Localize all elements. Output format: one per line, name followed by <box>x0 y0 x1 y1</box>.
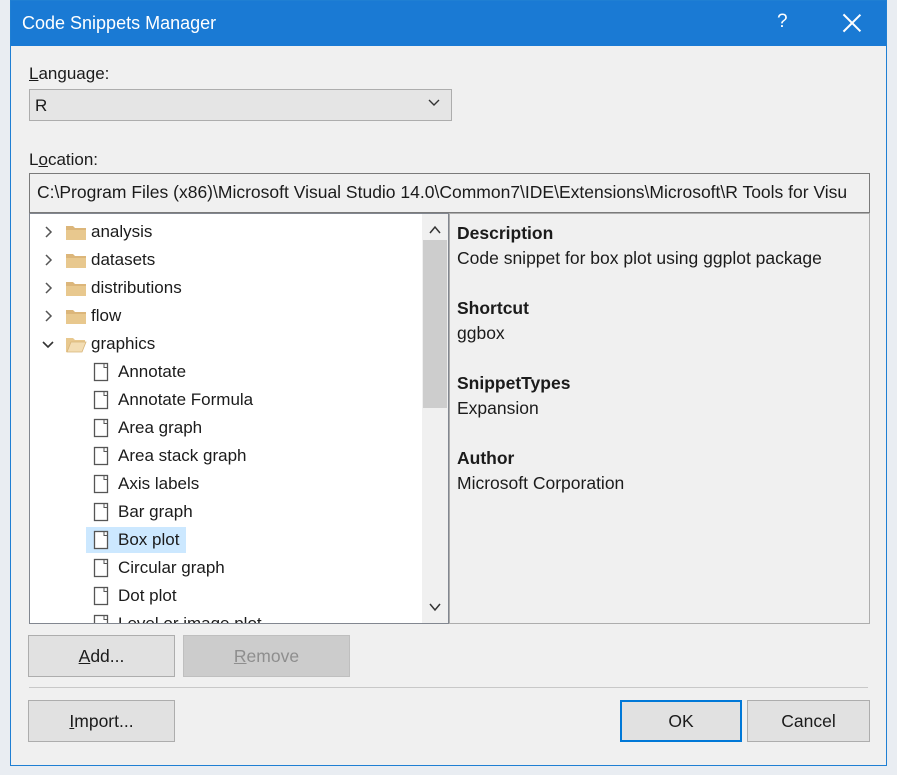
tree-scrollbar[interactable] <box>422 214 448 623</box>
tree-snippet-item[interactable]: Annotate <box>30 358 422 386</box>
tree-folder-label: datasets <box>91 250 156 269</box>
tree-folder-label: distributions <box>91 278 182 297</box>
tree-snippet-item[interactable]: Box plot <box>30 526 422 554</box>
folder-icon <box>66 310 86 324</box>
add-button[interactable]: Add... <box>28 635 175 677</box>
description-value: Code snippet for box plot using ggplot p… <box>457 248 822 268</box>
folder-open-icon <box>66 338 87 353</box>
snippet-file-icon <box>93 530 109 550</box>
snippet-file-icon <box>93 390 109 410</box>
snippet-file-icon <box>93 502 109 522</box>
tree-snippet-label: Axis labels <box>118 474 200 493</box>
cancel-button[interactable]: Cancel <box>747 700 870 742</box>
import-button[interactable]: Import... <box>28 700 175 742</box>
folder-icon <box>66 254 86 268</box>
chevron-down-icon <box>428 99 440 106</box>
tree-snippet-label: Area graph <box>118 418 203 437</box>
tree-folder-label: flow <box>91 306 122 325</box>
tree-folder-label: analysis <box>91 222 153 241</box>
location-field[interactable]: C:\Program Files (x86)\Microsoft Visual … <box>29 173 870 213</box>
remove-button[interactable]: Remove <box>183 635 350 677</box>
snippet-file-icon <box>93 614 109 623</box>
chevron-right-icon[interactable] <box>42 310 54 322</box>
tree-snippet-item[interactable]: Dot plot <box>30 582 422 610</box>
description-heading: Description <box>457 223 554 243</box>
scroll-up-icon[interactable] <box>428 223 442 237</box>
scroll-thumb[interactable] <box>423 240 447 408</box>
tree-snippet-item[interactable]: Level or image plot <box>30 610 422 624</box>
snippet-tree[interactable]: analysis datasets distributions flow graphic… <box>29 213 449 624</box>
chevron-right-icon[interactable] <box>42 282 54 294</box>
tree-snippet-item[interactable]: Bar graph <box>30 498 422 526</box>
chevron-down-icon[interactable] <box>42 338 54 350</box>
snippet-file-icon <box>93 586 109 606</box>
scroll-down-icon[interactable] <box>428 600 442 614</box>
snippet-types-value: Expansion <box>457 398 539 418</box>
tree-snippet-item[interactable]: Annotate Formula <box>30 386 422 414</box>
location-label: Location: <box>29 150 99 169</box>
folder-icon <box>66 282 86 296</box>
language-dropdown[interactable]: R <box>29 89 452 121</box>
help-button[interactable]: ? <box>777 11 788 33</box>
close-icon[interactable] <box>841 12 863 34</box>
dialog-window: Code Snippets Manager ? Language: R Loca… <box>10 0 887 766</box>
location-value: C:\Program Files (x86)\Microsoft Visual … <box>37 182 848 202</box>
folder-icon <box>66 226 86 240</box>
chevron-right-icon[interactable] <box>42 254 54 266</box>
snippet-file-icon <box>93 446 109 466</box>
tree-snippet-label: Bar graph <box>118 502 193 521</box>
tree-folder[interactable]: analysis <box>30 218 422 246</box>
tree-folder[interactable]: graphics <box>30 330 422 358</box>
author-heading: Author <box>457 448 515 468</box>
chevron-right-icon[interactable] <box>42 226 54 238</box>
tree-snippet-item[interactable]: Circular graph <box>30 554 422 582</box>
separator <box>29 687 868 688</box>
dialog-title: Code Snippets Manager <box>22 13 217 33</box>
shortcut-heading: Shortcut <box>457 298 529 318</box>
tree-snippet-item[interactable]: Axis labels <box>30 470 422 498</box>
tree-folder[interactable]: distributions <box>30 274 422 302</box>
tree-snippet-label: Annotate Formula <box>118 390 254 409</box>
tree-snippet-label: Annotate <box>118 362 187 381</box>
tree-snippet-label: Level or image plot <box>118 614 262 624</box>
language-label: Language: <box>29 64 110 83</box>
tree-snippet-label: Area stack graph <box>118 446 247 465</box>
tree-folder[interactable]: flow <box>30 302 422 330</box>
tree-snippet-item[interactable]: Area stack graph <box>30 442 422 470</box>
snippet-details: Description Code snippet for box plot us… <box>449 213 870 624</box>
title-bar[interactable]: Code Snippets Manager ? <box>11 1 886 46</box>
tree-folder[interactable]: datasets <box>30 246 422 274</box>
tree-snippet-item[interactable]: Area graph <box>30 414 422 442</box>
author-value: Microsoft Corporation <box>457 473 625 493</box>
tree-snippet-label: Circular graph <box>118 558 225 577</box>
tree-snippet-label: Box plot <box>118 530 180 549</box>
snippet-file-icon <box>93 474 109 494</box>
shortcut-value: ggbox <box>457 323 505 343</box>
tree-snippet-label: Dot plot <box>118 586 177 605</box>
snippet-types-heading: SnippetTypes <box>457 373 571 393</box>
language-value: R <box>35 96 48 115</box>
snippet-file-icon <box>93 362 109 382</box>
ok-button[interactable]: OK <box>620 700 742 742</box>
snippet-file-icon <box>93 418 109 438</box>
tree-folder-label: graphics <box>91 334 156 353</box>
snippet-file-icon <box>93 558 109 578</box>
